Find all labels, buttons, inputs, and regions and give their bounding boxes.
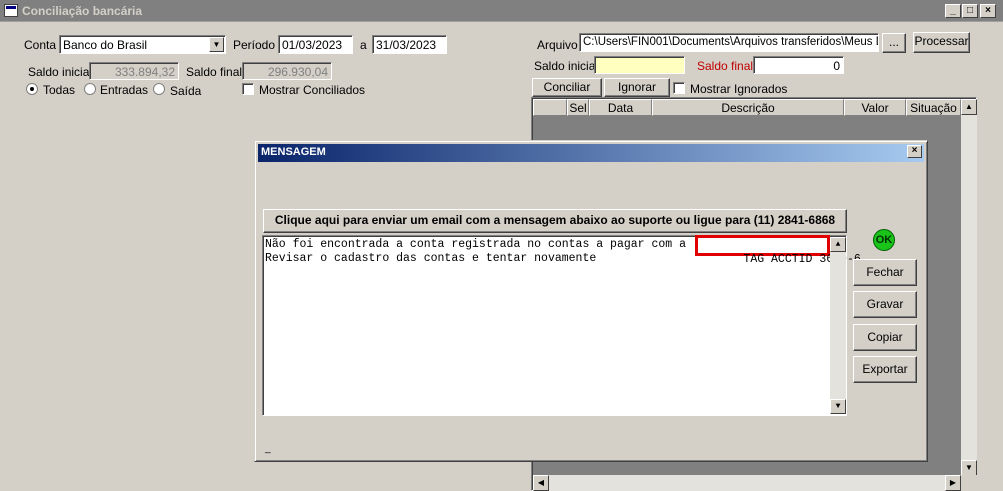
- ignorar-button[interactable]: Ignorar: [604, 78, 670, 97]
- periodo-separator: a: [360, 38, 367, 52]
- app-icon: [4, 4, 18, 17]
- radio-entradas-label: Entradas: [100, 83, 149, 97]
- mostrar-ignorados-label: Mostrar Ignorados: [690, 82, 788, 96]
- radio-todas-label: Todas: [43, 83, 76, 97]
- arquivo-saldo-final-label: Saldo final: [697, 59, 754, 73]
- scroll-right-icon[interactable]: ▶: [945, 475, 961, 491]
- grid-header-situacao[interactable]: Situação: [906, 99, 961, 116]
- arquivo-saldo-final-input[interactable]: 0: [753, 56, 844, 74]
- processar-button[interactable]: Processar: [913, 32, 970, 53]
- mostrar-conciliados-label: Mostrar Conciliados: [259, 83, 366, 97]
- email-support-button[interactable]: Clique aqui para enviar um email com a m…: [263, 209, 847, 233]
- grid-header-descricao[interactable]: Descrição: [652, 99, 844, 116]
- message-tag-highlight: TAG ACCTID 3670-6: [695, 235, 861, 266]
- minimize-button[interactable]: _: [945, 4, 961, 18]
- maximize-button[interactable]: □: [962, 4, 978, 18]
- conciliar-button[interactable]: Conciliar: [532, 78, 602, 97]
- grid-header-valor[interactable]: Valor: [844, 99, 906, 116]
- periodo-label: Período: [233, 38, 276, 52]
- chevron-down-icon[interactable]: ▼: [209, 37, 224, 52]
- saldo-inicial-label: Saldo inicial: [28, 65, 93, 79]
- ok-status-icon: OK: [873, 229, 895, 251]
- message-dialog: MENSAGEM × Clique aqui para enviar um em…: [254, 140, 928, 462]
- periodo-start-input[interactable]: 01/03/2023: [278, 35, 353, 54]
- scroll-up-icon[interactable]: ▲: [961, 99, 977, 115]
- gravar-button[interactable]: Gravar: [853, 291, 917, 318]
- horizontal-scrollbar[interactable]: ◀ ▶: [533, 475, 961, 491]
- message-textarea[interactable]: Não foi encontrada a conta registrada no…: [262, 235, 861, 416]
- close-button[interactable]: ×: [980, 4, 996, 18]
- browse-button[interactable]: ...: [882, 33, 906, 53]
- mostrar-ignorados-checkbox[interactable]: [673, 82, 685, 94]
- mostrar-conciliados-checkbox[interactable]: [242, 83, 254, 95]
- fechar-button[interactable]: Fechar: [853, 259, 917, 286]
- saldo-final-label: Saldo final: [186, 65, 243, 79]
- periodo-end-input[interactable]: 31/03/2023: [372, 35, 447, 54]
- conta-label: Conta: [24, 38, 57, 52]
- dialog-close-button[interactable]: ×: [907, 145, 922, 158]
- arquivo-saldo-inicial-label: Saldo inicial: [534, 59, 599, 73]
- vertical-scrollbar[interactable]: ▲ ▼: [961, 99, 977, 476]
- radio-entradas[interactable]: [84, 83, 96, 95]
- window-title: Conciliação bancária: [22, 4, 143, 18]
- message-scroll-up-icon[interactable]: ▲: [830, 237, 846, 252]
- dialog-title: MENSAGEM: [261, 146, 326, 158]
- saldo-inicial-field: 333.894,32: [89, 62, 179, 80]
- grid-header-sel[interactable]: Sel: [567, 99, 589, 116]
- dialog-titlebar: MENSAGEM ×: [258, 144, 924, 162]
- arquivo-path-input[interactable]: C:\Users\FIN001\Documents\Arquivos trans…: [579, 33, 879, 52]
- window-titlebar: Conciliação bancária _ □ ×: [0, 0, 1003, 22]
- scroll-left-icon[interactable]: ◀: [533, 475, 549, 491]
- message-text-1: Não foi encontrada a conta registrada no…: [265, 238, 693, 251]
- conta-value: Banco do Brasil: [63, 38, 148, 52]
- scroll-down-icon[interactable]: ▼: [961, 460, 977, 476]
- radio-todas[interactable]: [26, 83, 38, 95]
- arquivo-saldo-inicial-input[interactable]: [594, 56, 685, 74]
- radio-saida[interactable]: [153, 83, 165, 95]
- saldo-final-field: 296.930,04: [242, 62, 332, 80]
- conta-select[interactable]: Banco do Brasil ▼: [59, 35, 226, 54]
- message-scroll-down-icon[interactable]: ▼: [830, 399, 846, 414]
- scrollbar-corner: [961, 475, 977, 491]
- radio-saida-label: Saída: [170, 84, 202, 98]
- message-scrollbar[interactable]: ▲ ▼: [830, 237, 846, 414]
- grid-header-data[interactable]: Data: [589, 99, 652, 116]
- dialog-status-mark: _: [265, 443, 271, 454]
- arquivo-label: Arquivo: [537, 38, 578, 52]
- message-line-2: Revisar o cadastro das contas e tentar n…: [265, 252, 597, 265]
- grid-header-corner: [533, 99, 567, 116]
- exportar-button[interactable]: Exportar: [853, 356, 917, 383]
- copiar-button[interactable]: Copiar: [853, 324, 917, 351]
- message-line-1: Não foi encontrada a conta registrada no…: [265, 238, 693, 252]
